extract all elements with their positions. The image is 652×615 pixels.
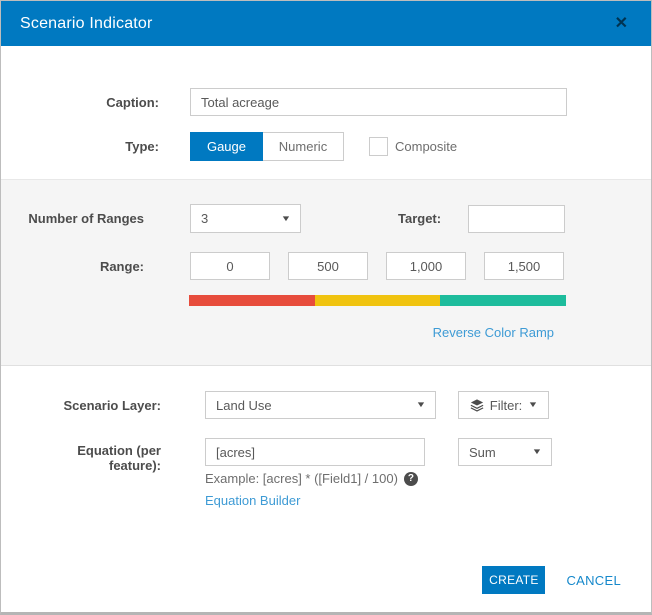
ramp-segment-yellow [314, 295, 441, 306]
equation-example-text: Example: [acres] * ([Field1] / 100) [205, 471, 398, 486]
scenario-layer-row: Scenario Layer: Land Use ▼ Filter: ▼ [1, 391, 651, 419]
range-input-4[interactable] [484, 252, 564, 280]
cancel-button[interactable]: CANCEL [566, 573, 621, 588]
equation-input[interactable] [205, 438, 425, 466]
equation-column: Example: [acres] * ([Field1] / 100) ? Eq… [205, 438, 425, 510]
number-of-ranges-label: Number of Ranges [28, 211, 144, 226]
scenario-layer-label: Scenario Layer: [63, 397, 161, 413]
caret-down-icon: ▼ [280, 213, 292, 223]
ranges-section: Number of Ranges 3 ▼ Target: Range: Reve… [1, 179, 651, 366]
ramp-segment-green [440, 295, 567, 306]
number-of-ranges-dropdown[interactable]: 3 ▼ [190, 204, 301, 233]
filter-button[interactable]: Filter: ▼ [458, 391, 549, 419]
caret-down-icon: ▼ [415, 400, 427, 409]
type-toggle: Gauge Numeric [190, 132, 344, 161]
filter-label: Filter: [489, 397, 523, 413]
composite-checkbox[interactable] [369, 137, 388, 156]
reverse-color-ramp-link[interactable]: Reverse Color Ramp [433, 325, 554, 340]
type-label: Type: [125, 139, 159, 154]
scenario-layer-value: Land Use [216, 397, 272, 413]
aggregation-value: Sum [469, 444, 496, 460]
number-of-ranges-row: Number of Ranges 3 ▼ Target: [1, 204, 651, 233]
range-input-3[interactable] [386, 252, 466, 280]
range-row: Range: [1, 252, 651, 280]
equation-builder-link[interactable]: Equation Builder [205, 493, 300, 508]
caption-row: Caption: [1, 88, 651, 116]
equation-label: Equation (per feature): [1, 438, 161, 473]
type-gauge-button[interactable]: Gauge [190, 132, 263, 161]
caption-label: Caption: [106, 94, 159, 110]
type-numeric-button[interactable]: Numeric [263, 132, 344, 161]
range-inputs [190, 252, 564, 280]
composite-option: Composite [369, 137, 457, 156]
dialog-footer: CREATE CANCEL [482, 566, 621, 594]
equation-row: Equation (per feature): Example: [acres]… [1, 438, 651, 510]
range-input-2[interactable] [288, 252, 368, 280]
target-label: Target: [398, 211, 442, 226]
caption-input[interactable] [190, 88, 567, 116]
close-icon[interactable]: ✕ [611, 14, 632, 34]
range-input-1[interactable] [190, 252, 270, 280]
general-section: Caption: Type: Gauge Numeric Composite [1, 46, 651, 161]
dialog-title: Scenario Indicator [20, 14, 153, 32]
equation-label-line2: feature): [108, 458, 161, 473]
scenario-layer-dropdown[interactable]: Land Use ▼ [205, 391, 436, 419]
scenario-indicator-dialog: Scenario Indicator ✕ Caption: Type: Gaug… [0, 0, 652, 615]
equation-label-line1: Equation (per [77, 443, 161, 458]
aggregation-dropdown[interactable]: Sum ▼ [458, 438, 552, 466]
layers-icon [470, 398, 484, 412]
type-row: Type: Gauge Numeric Composite [1, 132, 651, 161]
equation-builder-row: Equation Builder [205, 492, 425, 510]
number-of-ranges-value: 3 [201, 211, 209, 226]
help-icon[interactable]: ? [403, 471, 418, 486]
composite-label: Composite [395, 139, 458, 154]
layer-equation-section: Scenario Layer: Land Use ▼ Filter: ▼ Equ… [1, 366, 651, 510]
dialog-header: Scenario Indicator ✕ [1, 1, 651, 46]
caret-down-icon: ▼ [531, 447, 543, 456]
ramp-segment-red [189, 295, 315, 306]
reverse-ramp-row: Reverse Color Ramp [189, 326, 566, 340]
equation-example-line: Example: [acres] * ([Field1] / 100) ? [205, 471, 425, 486]
range-label: Range: [99, 258, 144, 274]
create-button[interactable]: CREATE [482, 566, 546, 594]
target-input[interactable] [468, 204, 566, 233]
caret-down-icon: ▼ [527, 400, 539, 409]
color-ramp [189, 295, 567, 306]
